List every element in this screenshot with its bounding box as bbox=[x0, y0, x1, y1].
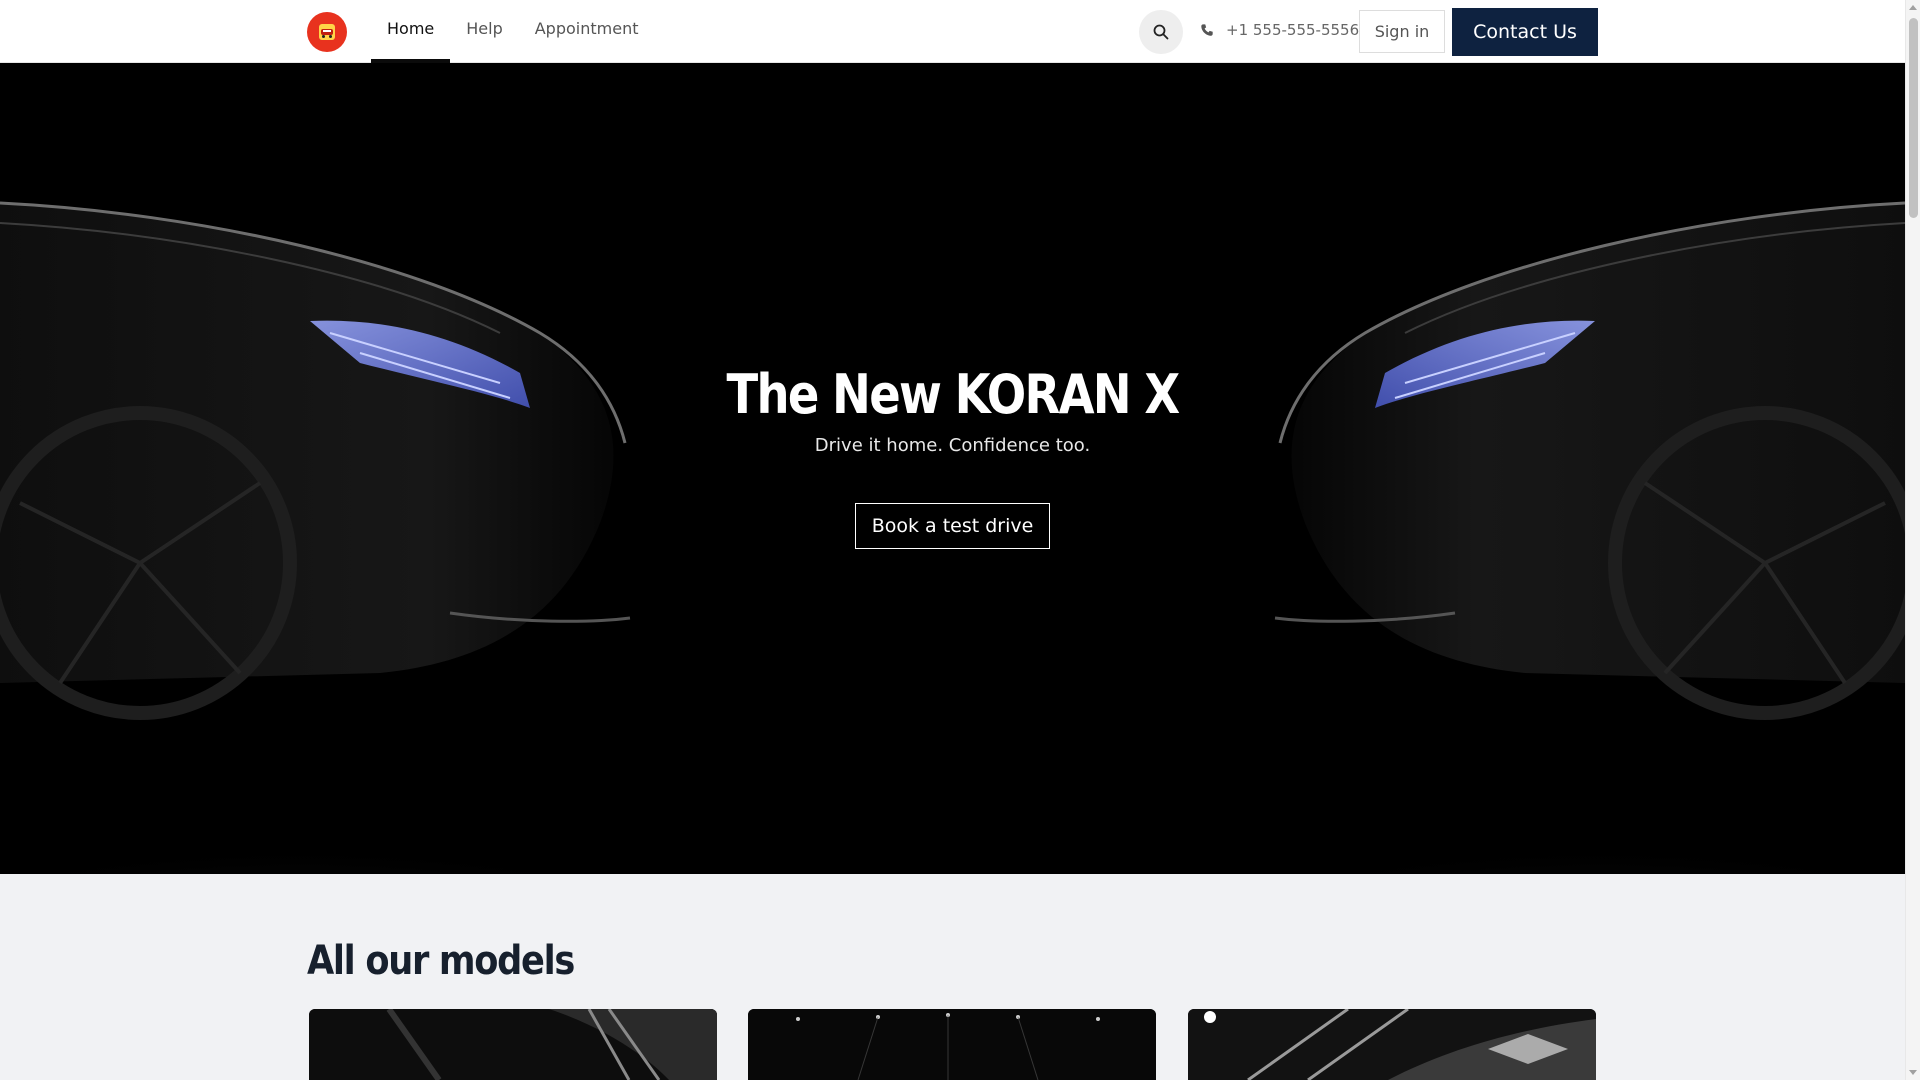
logo[interactable] bbox=[307, 12, 347, 52]
sign-in-label: Sign in bbox=[1374, 22, 1430, 41]
model-card-2[interactable] bbox=[748, 1009, 1156, 1080]
sign-in-button[interactable]: Sign in bbox=[1359, 10, 1445, 53]
phone-icon bbox=[1201, 24, 1213, 36]
scroll-up-arrow[interactable] bbox=[1909, 5, 1917, 10]
showroom-lights-image bbox=[748, 1009, 1156, 1080]
search-icon bbox=[1153, 24, 1169, 40]
nav-home-label: Home bbox=[387, 19, 435, 38]
scroll-thumb[interactable] bbox=[1909, 18, 1918, 218]
book-test-drive-button[interactable]: Book a test drive bbox=[855, 503, 1050, 549]
nav-help-label: Help bbox=[466, 19, 503, 38]
phone-link[interactable]: +1 555-555-5556 bbox=[1200, 21, 1359, 39]
car-body-reflection-image bbox=[1188, 1009, 1596, 1080]
nav-home[interactable]: Home bbox=[371, 0, 451, 64]
model-card-1[interactable] bbox=[309, 1009, 717, 1080]
models-section-title: All our models bbox=[307, 938, 575, 984]
nav-appointment-label: Appointment bbox=[534, 19, 639, 38]
wheel-closeup-image bbox=[309, 1009, 717, 1080]
site-header: Home Help Appointment +1 555-555-5556 Si… bbox=[0, 0, 1905, 64]
hero-title: The New KORAN X bbox=[726, 363, 1181, 426]
hero-car-image bbox=[0, 63, 1905, 874]
model-card-3[interactable] bbox=[1188, 1009, 1596, 1080]
scroll-down-arrow[interactable] bbox=[1909, 1070, 1917, 1075]
contact-us-label: Contact Us bbox=[1473, 21, 1577, 43]
book-test-drive-label: Book a test drive bbox=[871, 515, 1034, 537]
car-icon bbox=[319, 24, 335, 40]
nav-appointment[interactable]: Appointment bbox=[519, 0, 655, 63]
main-nav: Home Help Appointment bbox=[371, 0, 655, 64]
page-scrollbar[interactable] bbox=[1905, 0, 1920, 1080]
phone-number: +1 555-555-5556 bbox=[1226, 21, 1360, 39]
contact-us-button[interactable]: Contact Us bbox=[1452, 8, 1598, 56]
nav-help[interactable]: Help bbox=[450, 0, 518, 63]
hero-banner: The New KORAN X Drive it home. Confidenc… bbox=[0, 63, 1905, 874]
hero-subtitle: Drive it home. Confidence too. bbox=[814, 435, 1091, 456]
search-button[interactable] bbox=[1139, 10, 1183, 54]
